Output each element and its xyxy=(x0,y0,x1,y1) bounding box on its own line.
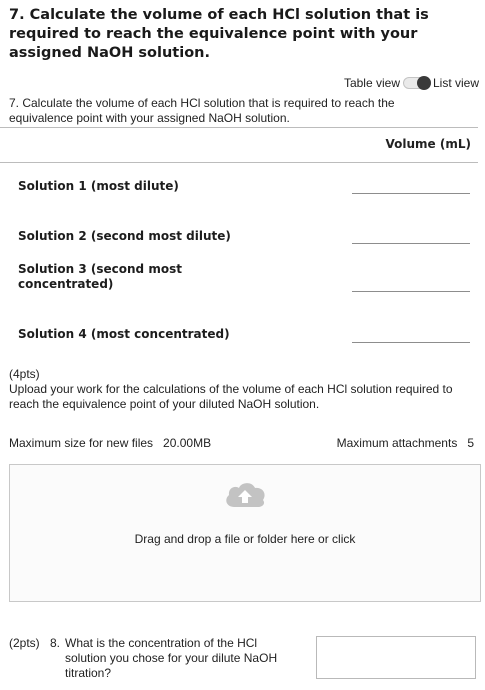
upload-instructions: Upload your work for the calculations of… xyxy=(9,382,453,411)
question-8-answer-input[interactable] xyxy=(316,636,476,679)
header-divider xyxy=(0,162,478,163)
question-8-text: What is the concentration of the HCl sol… xyxy=(65,636,278,680)
upload-limits: Maximum size for new files 20.00MB Maximu… xyxy=(9,436,474,451)
row-label-solution-3: Solution 3 (second most concentrated) xyxy=(18,262,182,291)
volume-input-solution-3[interactable] xyxy=(352,291,470,292)
row-label-solution-1: Solution 1 (most dilute) xyxy=(18,179,179,193)
upload-prompt: (4pts) Upload your work for the calculat… xyxy=(9,367,469,412)
view-switch[interactable] xyxy=(402,76,431,90)
table-caption: 7. Calculate the volume of each HCl solu… xyxy=(9,96,395,125)
switch-knob xyxy=(416,76,431,90)
upload-points: (4pts) xyxy=(9,367,40,381)
max-attachments-label: Maximum attachments xyxy=(336,436,458,450)
file-dropzone[interactable]: Drag and drop a file or folder here or c… xyxy=(9,464,481,602)
max-size-label: Maximum size for new files xyxy=(9,436,154,450)
dropzone-text[interactable]: Drag and drop a file or folder here or c… xyxy=(10,532,480,546)
view-toggle[interactable]: Table view List view xyxy=(344,76,479,90)
question-8-points: (2pts) xyxy=(9,636,40,650)
volume-input-solution-4[interactable] xyxy=(352,342,470,343)
row-label-solution-4: Solution 4 (most concentrated) xyxy=(18,327,230,341)
volume-input-solution-1[interactable] xyxy=(352,193,470,194)
max-attachments-value: 5 xyxy=(467,436,474,450)
list-view-label[interactable]: List view xyxy=(433,76,479,90)
table-view-label[interactable]: Table view xyxy=(344,76,400,90)
caption-divider xyxy=(0,127,478,128)
question-title: 7. Calculate the volume of each HCl solu… xyxy=(9,7,429,61)
cloud-upload-icon[interactable] xyxy=(222,479,268,509)
volume-column-header: Volume (mL) xyxy=(385,137,471,151)
max-size-value: 20.00MB xyxy=(163,436,212,450)
volume-input-solution-2[interactable] xyxy=(352,243,470,244)
row-label-solution-2: Solution 2 (second most dilute) xyxy=(18,229,231,243)
